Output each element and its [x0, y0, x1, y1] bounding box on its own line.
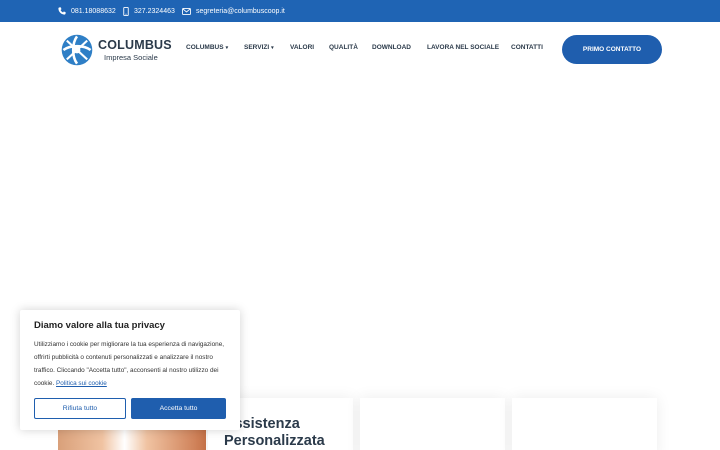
nav-label: CONTATTI	[511, 44, 543, 51]
nav-item-valori[interactable]: VALORI	[290, 44, 314, 51]
nav-label: COLUMBUS	[186, 44, 224, 51]
phone-contact[interactable]: 081.18088632	[58, 0, 116, 22]
nav-label: DOWNLOAD	[372, 44, 411, 51]
service-card[interactable]	[512, 398, 657, 450]
email-address: segreteria@columbuscoop.it	[196, 7, 285, 15]
nav-label: QUALITÀ	[329, 44, 358, 51]
service-card[interactable]	[360, 398, 505, 450]
top-contact-bar: 081.18088632 327.2324463 segreteria@colu…	[0, 0, 720, 22]
service-card-title: Assistenza Personalizzata	[224, 416, 325, 449]
phone-number: 081.18088632	[71, 7, 116, 15]
logo-title: COLUMBUS	[98, 38, 172, 52]
service-photo	[58, 430, 206, 450]
mobile-icon	[123, 6, 129, 16]
nav-item-qualita[interactable]: QUALITÀ	[329, 44, 358, 51]
email-icon	[182, 7, 191, 15]
nav-label: SERVIZI	[244, 44, 270, 51]
logo-icon	[61, 34, 93, 66]
nav-label: VALORI	[290, 44, 315, 51]
logo-subtitle: Impresa Sociale	[104, 52, 158, 62]
nav-item-columbus[interactable]: COLUMBUS ▾	[186, 44, 228, 51]
mobile-number: 327.2324463	[134, 7, 175, 15]
nav-item-download[interactable]: DOWNLOAD	[372, 44, 411, 51]
chevron-down-icon: ▾	[271, 44, 274, 51]
reject-all-button[interactable]: Rifiuta tutto	[34, 398, 126, 419]
accept-all-button[interactable]: Accetta tutto	[131, 398, 226, 419]
site-logo[interactable]: COLUMBUS Impresa Sociale	[60, 32, 180, 68]
mobile-contact[interactable]: 327.2324463	[123, 0, 175, 22]
cookie-title: Diamo valore alla tua privacy	[34, 320, 165, 331]
nav-item-lavora-nel-sociale[interactable]: LAVORA NEL SOCIALE	[427, 44, 499, 51]
nav-label: LAVORA NEL SOCIALE	[427, 44, 500, 51]
cookie-body: Utilizziamo i cookie per migliorare la t…	[34, 338, 230, 390]
nav-item-servizi[interactable]: SERVIZI ▾	[244, 44, 274, 51]
cookie-policy-link[interactable]: Politica sui cookie	[56, 380, 107, 387]
phone-icon	[58, 7, 66, 15]
nav-item-contatti[interactable]: CONTATTI	[511, 44, 543, 51]
chevron-down-icon: ▾	[225, 44, 229, 51]
email-contact[interactable]: segreteria@columbuscoop.it	[182, 0, 285, 22]
cookie-consent-banner: Diamo valore alla tua privacy Utilizziam…	[20, 310, 240, 430]
primo-contatto-button[interactable]: PRIMO CONTATTO	[562, 35, 662, 64]
site-header: COLUMBUS Impresa Sociale COLUMBUS ▾ SERV…	[0, 22, 720, 78]
